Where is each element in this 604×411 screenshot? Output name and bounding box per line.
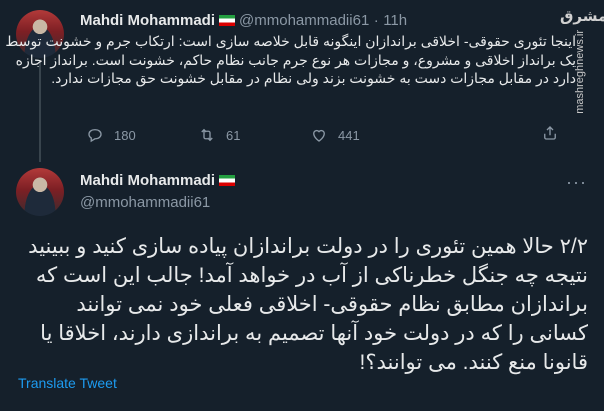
watermark: مشرق mashreghnews.ir <box>560 8 604 122</box>
tweet-time[interactable]: 11h <box>383 12 407 29</box>
reply-icon <box>88 129 102 143</box>
tweet-text-container: اینجا تئوری حقوقی- اخلاقی براندازان اینگ… <box>0 32 576 118</box>
iran-flag-icon <box>219 175 236 186</box>
avatar[interactable] <box>16 168 64 216</box>
more-icon[interactable]: ··· <box>566 172 587 193</box>
separator-dot: · <box>373 12 379 29</box>
share-icon <box>544 126 556 140</box>
watermark-site: mashreghnews.ir <box>574 30 586 114</box>
retweet-button[interactable]: 61 <box>198 126 310 144</box>
like-count: 441 <box>338 127 360 143</box>
share-button[interactable] <box>541 124 559 147</box>
reply-button[interactable]: 180 <box>86 126 198 144</box>
tweet-header: Mahdi Mohammadi <box>80 172 239 190</box>
tweet-actions: 180 61 441 <box>86 126 422 144</box>
watermark-logo: مشرق <box>560 8 604 25</box>
author-handle[interactable]: @mmohammadii61 <box>239 12 369 29</box>
tweet-text: اینجا تئوری حقوقی- اخلاقی براندازان اینگ… <box>5 33 576 86</box>
author-name[interactable]: Mahdi Mohammadi <box>80 12 215 29</box>
tweet-header: Mahdi Mohammadi @mmohammadii61 · 11h <box>80 12 407 30</box>
retweet-icon <box>201 128 213 142</box>
tweet-text: ۲/۲ حالا همین تئوری را در دولت براندازان… <box>28 235 588 374</box>
author-handle[interactable]: @mmohammadii61 <box>80 194 210 211</box>
iran-flag-icon <box>219 15 236 26</box>
like-button[interactable]: 441 <box>310 126 422 144</box>
like-icon <box>313 129 325 142</box>
retweet-count: 61 <box>226 127 241 143</box>
reply-count: 180 <box>114 127 136 143</box>
translate-tweet-link[interactable]: Translate Tweet <box>18 375 117 391</box>
author-name[interactable]: Mahdi Mohammadi <box>80 172 215 189</box>
